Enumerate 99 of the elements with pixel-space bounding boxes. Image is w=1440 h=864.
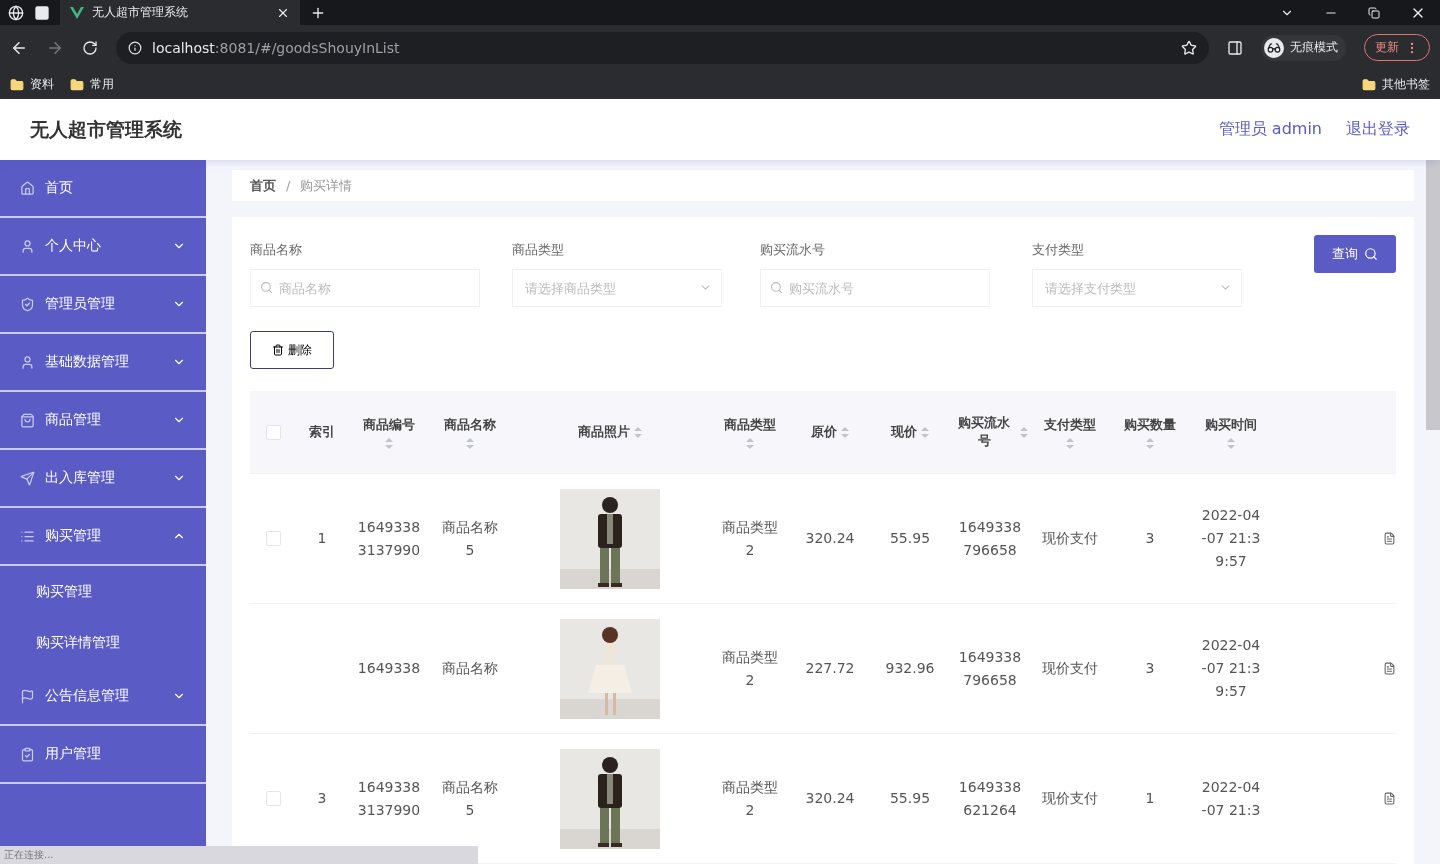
table-cell-text: 现价支付 — [1042, 659, 1098, 678]
table-cell-text: 1649338 3137990 — [357, 777, 421, 820]
select-all-checkbox[interactable] — [265, 424, 281, 440]
table-cell-text: 1 — [317, 529, 327, 548]
query-button[interactable]: 查询 — [1314, 235, 1396, 273]
table-cell-text: 现价支付 — [1042, 789, 1098, 808]
search-icon — [260, 281, 273, 294]
column-header: 支付类型 — [1044, 415, 1096, 434]
side-panel-icon[interactable] — [1227, 39, 1243, 56]
reload-icon[interactable] — [82, 39, 98, 56]
globe-icon[interactable] — [8, 4, 24, 21]
column-header: 商品编号 — [363, 415, 415, 434]
status-bar: 正在连接... — [0, 846, 478, 864]
search-field[interactable]: 商品名称 — [250, 269, 480, 307]
trash-icon — [272, 344, 284, 356]
sidebar-subitem[interactable]: 购买管理 — [0, 566, 206, 617]
filter-label: 商品类型 — [512, 241, 565, 259]
column-header: 商品名称 — [444, 415, 496, 434]
column-header: 购买数量 — [1124, 415, 1176, 434]
menu-item-icon — [20, 528, 35, 544]
table-cell-text: 227.72 — [805, 659, 855, 678]
table-cell-text: 商品类型 2 — [722, 777, 778, 820]
info-icon — [128, 40, 142, 55]
url-text: localhost:8081/#/goodsShouyInList — [152, 39, 401, 56]
table-cell-text: 商品名称 — [442, 659, 498, 678]
restore-icon[interactable] — [1368, 6, 1380, 19]
table-cell-text: 320.24 — [805, 789, 855, 808]
vue-logo-icon — [70, 6, 84, 19]
column-header: 购买时间 — [1205, 415, 1257, 434]
column-header: 购买流水号 — [957, 414, 1011, 450]
table-cell-text: 商品名称 5 — [442, 777, 498, 820]
delete-button[interactable]: 删除 — [250, 331, 334, 369]
filter-label: 商品名称 — [250, 241, 303, 259]
table-cell-text: 1 — [1145, 789, 1155, 808]
row-checkbox[interactable] — [265, 531, 281, 546]
breadcrumb-link[interactable]: 购买详情 — [300, 176, 353, 195]
menu-item-icon — [20, 238, 35, 254]
menu-item-icon — [20, 296, 35, 312]
table-cell-text: 1649338 621264 — [958, 777, 1022, 820]
column-header: 商品类型 — [724, 415, 776, 434]
logout-link[interactable]: 退出登录 — [1346, 119, 1410, 140]
table-cell-text: 3 — [317, 789, 327, 808]
details-icon[interactable] — [1383, 792, 1396, 805]
bookmark-star-icon[interactable] — [1181, 39, 1197, 56]
table-cell-text: 1649338 796658 — [958, 647, 1022, 690]
menu-item-icon — [20, 688, 35, 704]
profile-chip[interactable]: 无痕模式 — [1261, 34, 1346, 61]
folder-icon — [70, 77, 84, 92]
column-header: 商品照片 — [578, 423, 630, 441]
breadcrumb-link[interactable]: 首页 — [250, 176, 276, 195]
table-cell-text: 3 — [1145, 659, 1155, 678]
table-cell-text: 2022-04 -07 21:3 9:57 — [1201, 636, 1261, 701]
select-field[interactable]: 请选择商品类型 — [512, 269, 722, 307]
filter-label: 购买流水号 — [760, 241, 826, 259]
table-cell-text: 55.95 — [889, 789, 931, 808]
incognito-icon — [1267, 40, 1281, 55]
details-icon[interactable] — [1383, 532, 1396, 545]
filter-label: 支付类型 — [1032, 241, 1085, 259]
table-cell-text: 2022-04 -07 21:3 — [1201, 777, 1261, 820]
bookmark-folder[interactable]: 常用 — [70, 76, 114, 93]
search-icon — [770, 281, 783, 294]
column-header: 原价 — [811, 423, 837, 441]
menu-item-icon — [20, 412, 35, 428]
browser-tab[interactable]: 无人超市管理系统 — [60, 0, 300, 25]
menu-item-icon — [20, 746, 35, 762]
details-icon[interactable] — [1383, 662, 1396, 675]
table-cell-text: 3 — [1145, 529, 1155, 548]
table-cell-text: 1649338 — [357, 659, 421, 678]
menu-item-icon — [20, 354, 35, 370]
bookmark-folder[interactable]: 其他书签 — [1362, 76, 1430, 93]
select-field[interactable]: 请选择支付类型 — [1032, 269, 1242, 307]
table-cell-text: 932.96 — [885, 659, 935, 678]
folder-icon — [1362, 77, 1376, 92]
table-cell-text: 1649338 3137990 — [357, 517, 421, 560]
app-title: 无人超市管理系统 — [30, 116, 183, 142]
bookmark-folder[interactable]: 资料 — [10, 76, 54, 93]
menu-item-icon — [20, 180, 35, 196]
column-header: 索引 — [309, 423, 335, 441]
breadcrumb-separator: / — [286, 178, 291, 193]
table-cell-text: 2022-04 -07 21:3 9:57 — [1201, 506, 1261, 571]
row-checkbox[interactable] — [265, 791, 281, 806]
table-cell-text: 现价支付 — [1042, 529, 1098, 548]
table-cell-text: 320.24 — [805, 529, 855, 548]
menu-item-icon — [20, 470, 35, 486]
sidebar-subitem[interactable]: 购买详情管理 — [0, 617, 206, 668]
table-cell-text: 55.95 — [889, 529, 931, 548]
address-bar[interactable]: localhost:8081/#/goodsShouyInList — [116, 31, 1209, 64]
tab-title: 无人超市管理系统 — [92, 4, 189, 21]
table-cell-text: 商品类型 2 — [722, 647, 778, 690]
folder-icon — [10, 77, 24, 92]
search-icon — [1364, 247, 1378, 261]
column-header: 现价 — [891, 423, 917, 441]
tab-icon[interactable] — [34, 4, 50, 21]
table-cell-text: 商品名称 5 — [442, 517, 498, 560]
scrollbar[interactable] — [1426, 160, 1440, 430]
user-link[interactable]: 管理员 admin — [1218, 119, 1322, 140]
table-cell-text: 商品类型 2 — [722, 517, 778, 560]
table-cell-text: 1649338 796658 — [958, 517, 1022, 560]
search-field[interactable]: 购买流水号 — [760, 269, 990, 307]
